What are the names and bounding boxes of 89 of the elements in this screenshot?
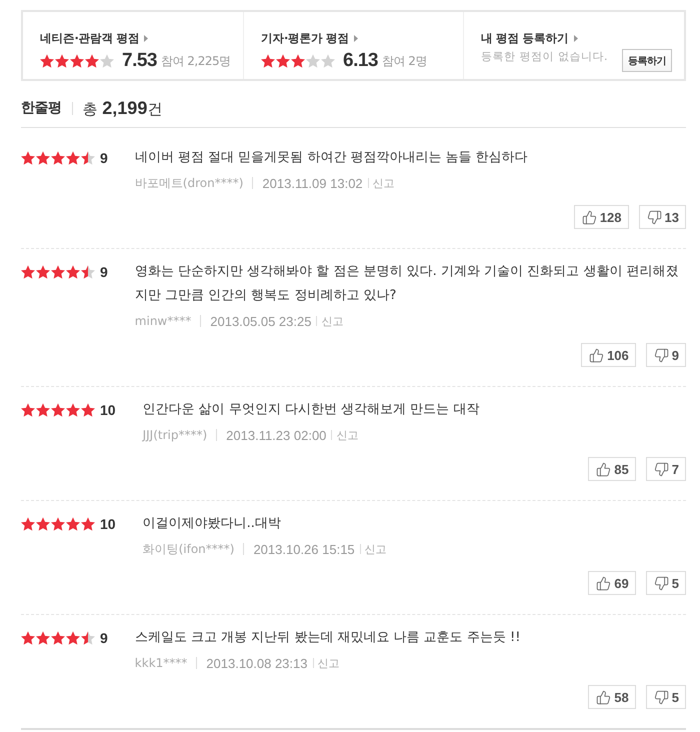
like-button[interactable]: 106 [581, 343, 636, 367]
average-score: 7.53 [122, 50, 157, 72]
review-date: 2013.10.08 23:13 [206, 656, 308, 670]
participant-count: 참여 2명 [382, 52, 427, 70]
participant-count: 참여 2,225명 [160, 52, 231, 70]
star-icon [51, 265, 65, 279]
caret-icon [144, 34, 148, 42]
star-icon [55, 54, 69, 68]
author-name: 화이팅(ifon****) [142, 540, 234, 558]
rating-score: 9 [100, 264, 108, 280]
review-date: 2013.10.26 15:15 [253, 542, 355, 556]
star-icon [21, 517, 35, 531]
star-icon [81, 631, 95, 645]
section-title: 한줄평 [21, 99, 62, 117]
star-icon [21, 403, 35, 417]
star-icon [51, 403, 65, 417]
thumbs-up-icon [596, 690, 612, 704]
rating-score: 10 [100, 516, 116, 532]
star-icon [321, 54, 335, 68]
star-icon [276, 54, 290, 68]
author-name: minw**** [134, 314, 192, 328]
average-score: 6.13 [343, 50, 378, 72]
thumbs-down-icon [654, 576, 669, 590]
like-button[interactable]: 85 [588, 457, 636, 481]
review-date: 2013.11.09 13:02 [262, 176, 363, 190]
star-icon [81, 403, 95, 417]
star-icon [81, 151, 95, 165]
thumbs-down-icon [654, 348, 669, 362]
star-icon [261, 54, 275, 68]
star-icon [66, 265, 80, 279]
thumbs-down-icon [654, 462, 669, 476]
caret-icon [354, 34, 358, 42]
star-icon [66, 517, 80, 531]
star-icon [51, 631, 65, 645]
dislike-button[interactable]: 5 [646, 571, 686, 595]
star-icon [36, 265, 50, 279]
caret-icon [574, 34, 578, 42]
like-button[interactable]: 58 [588, 685, 636, 709]
star-icon [81, 517, 95, 531]
star-icon [21, 265, 35, 279]
star-icon [51, 151, 65, 165]
review-text: 네이버 평점 절대 믿을게못됨 하여간 평점깍아내리는 놈들 한심하다 [134, 149, 529, 167]
review-date: 2013.11.23 02:00 [226, 428, 326, 442]
star-icon [36, 151, 50, 165]
review-count: 총 2,199건 [82, 98, 162, 118]
thumbs-up-icon [596, 576, 612, 590]
star-icon [81, 265, 95, 279]
review-text: 영화는 단순하지만 생각해봐야 할 점은 분명히 있다. 기계와 기술이 진화되고 생활이 편리해졌지만 그만큼 인간의 행복도 정비례하고 있나? [134, 263, 680, 305]
rating-title[interactable]: 기자·평론가 평점 [261, 30, 349, 46]
like-button[interactable]: 69 [588, 571, 636, 595]
dislike-button[interactable]: 7 [646, 457, 686, 481]
thumbs-down-icon [654, 690, 669, 704]
like-button[interactable]: 128 [574, 205, 629, 229]
register-button[interactable]: 등록하기 [622, 49, 672, 72]
star-icon [100, 54, 114, 68]
rating-title[interactable]: 네티즌·관람객 평점 [40, 30, 140, 46]
thumbs-down-icon [646, 210, 662, 224]
dislike-button[interactable]: 5 [646, 685, 686, 709]
star-icon [66, 151, 80, 165]
star-icon [21, 151, 35, 165]
review-date: 2013.05.05 23:25 [210, 314, 312, 328]
star-icon [40, 54, 54, 68]
star-icon [85, 54, 99, 68]
author-name: 바포메트(dron****) [134, 174, 244, 192]
dislike-button[interactable]: 9 [646, 343, 686, 367]
thumbs-up-icon [589, 348, 604, 362]
review-text: 이걸이제야봤다니..대박 [142, 515, 282, 533]
thumbs-up-icon [582, 210, 597, 224]
dislike-button[interactable]: 13 [638, 205, 686, 229]
star-icon [36, 403, 50, 417]
author-name: JJJ(trip****) [142, 428, 208, 442]
review-text: 스케일도 크고 개봉 지난뒤 봤는데 재밌네요 나름 교훈도 주는듯 !! [134, 629, 522, 647]
star-icon [66, 631, 80, 645]
review-text: 인간다운 삶이 무엇인지 다시한번 생각해보게 만드는 대작 [142, 401, 480, 419]
rating-score: 9 [100, 150, 108, 166]
star-icon [36, 631, 50, 645]
thumbs-up-icon [596, 462, 612, 476]
star-icon [21, 631, 35, 645]
rating-score: 10 [100, 402, 116, 418]
empty-rating-message: 등록한 평점이 없습니다. [481, 49, 608, 65]
star-icon [291, 54, 305, 68]
star-icon [306, 54, 320, 68]
star-icon [51, 517, 65, 531]
rating-score: 9 [100, 630, 108, 646]
author-name: kkk1**** [134, 656, 188, 670]
star-icon [36, 517, 50, 531]
star-icon [70, 54, 84, 68]
star-icon [66, 403, 80, 417]
rating-title[interactable]: 내 평점 등록하기 [481, 30, 569, 46]
